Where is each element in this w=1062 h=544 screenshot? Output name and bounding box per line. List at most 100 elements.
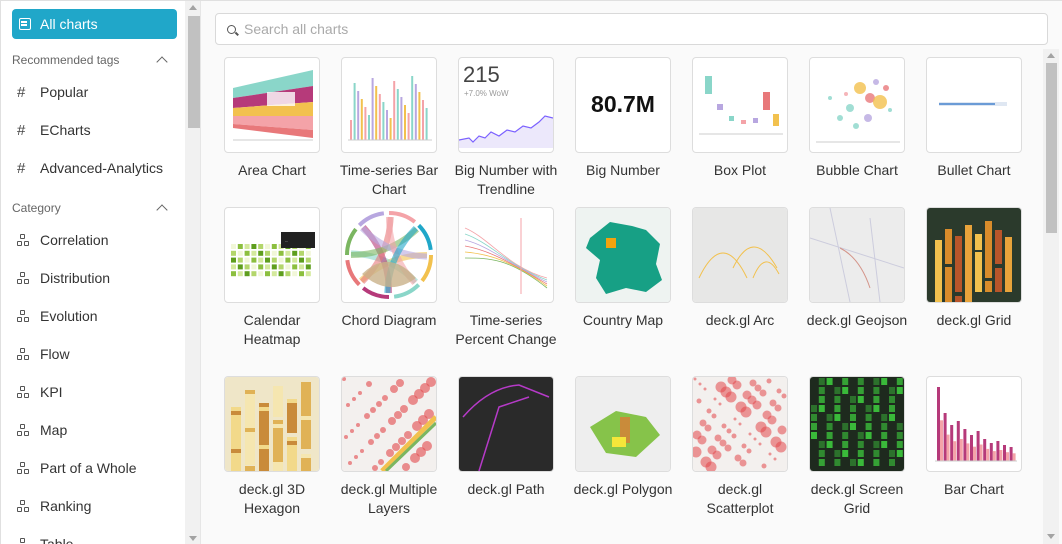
chart-thumbnail [692,207,788,303]
chart-gallery-window: All charts Recommended tags # Popular # … [0,0,1062,544]
chart-thumbnail [224,376,320,472]
chart-gallery: Search all charts Area Chart Time-series … [201,1,1062,544]
category-label: Map [40,422,68,438]
category-icon [17,309,30,323]
chart-thumbnail [926,207,1022,303]
svg-text:+7.0% WoW: +7.0% WoW [464,89,509,98]
category-label: Ranking [40,498,92,514]
chart-thumbnail [458,376,554,472]
chart-thumbnail [458,207,554,303]
chart-label: Time-series Percent Change [455,312,557,347]
category-label: KPI [40,384,63,400]
all-charts-label: All charts [40,16,98,32]
chart-thumbnail [926,376,1022,472]
hash-icon: # [17,159,26,177]
recommended-tags-title: Recommended tags [12,53,120,67]
gallery-scroll-thumb[interactable] [1046,63,1057,233]
chart-label: Bullet Chart [937,162,1011,178]
chart-label: Bar Chart [944,481,1004,497]
hash-icon: # [17,121,26,139]
chart-label: Time-series Bar Chart [339,162,439,197]
chart-label: Bubble Chart [816,162,898,178]
chart-label: deck.gl Arc [705,312,775,328]
category-label: Flow [40,346,70,362]
chart-thumbnail [341,376,437,472]
category-part-of-a-whole[interactable]: Part of a Whole [17,457,137,479]
tag-popular[interactable]: # Popular [17,81,88,103]
scroll-up-arrow-icon[interactable] [189,5,197,10]
chart-thumbnail [575,376,671,472]
category-flow[interactable]: Flow [17,343,70,365]
scroll-down-arrow-icon[interactable] [189,536,197,541]
category-title: Category [12,201,61,215]
chevron-up-icon [156,204,168,216]
chart-thumbnail [224,57,320,153]
chart-thumbnail [575,207,671,303]
tag-echarts[interactable]: # ECharts [17,119,91,141]
hash-icon: # [17,83,26,101]
recommended-tags-header[interactable]: Recommended tags [12,51,172,69]
chevron-up-icon [156,56,168,68]
sidebar: All charts Recommended tags # Popular # … [1,1,201,544]
search-icon [227,24,236,34]
chart-thumbnail [341,207,437,303]
chart-label: Big Number with Trendline [454,162,558,197]
tag-label: Popular [40,84,89,100]
chart-thumbnail: ... [224,207,320,303]
chart-thumbnail [809,57,905,153]
chart-label: deck.gl Multiple Layers [340,481,438,516]
chart-label: Chord Diagram [341,312,437,328]
chart-label: deck.gl Path [467,481,545,497]
svg-text:80.7M: 80.7M [591,91,655,117]
category-label: Distribution [40,270,111,286]
category-icon [17,271,30,285]
chart-label: deck.gl Polygon [573,481,673,497]
sidebar-scroll-thumb[interactable] [188,16,200,128]
category-kpi[interactable]: KPI [17,381,63,403]
chart-label: deck.gl 3D Hexagon [238,481,306,516]
svg-text:215: 215 [463,62,500,87]
category-icon [17,537,30,544]
chart-thumbnail [809,207,905,303]
category-icon [17,233,30,247]
chart-thumbnail [692,57,788,153]
tag-advanced-analytics[interactable]: # Advanced-Analytics [17,157,163,179]
svg-text:...: ... [285,238,288,243]
category-label: Part of a Whole [40,460,137,476]
list-icon [19,18,31,30]
category-label: Evolution [40,308,98,324]
chart-label: Box Plot [713,162,767,178]
scroll-up-arrow-icon[interactable] [1047,53,1055,58]
search-input[interactable]: Search all charts [215,13,1048,45]
chart-label: deck.gl Grid [936,312,1012,328]
chart-label: deck.gl Screen Grid [810,481,904,516]
search-placeholder: Search all charts [244,21,349,37]
category-header[interactable]: Category [12,199,172,217]
category-icon [17,423,30,437]
chart-thumbnail [692,376,788,472]
chart-label: Calendar Heatmap [243,312,301,347]
chart-label: Big Number [586,162,660,178]
category-table[interactable]: Table [17,533,73,544]
chart-thumbnail [926,57,1022,153]
category-distribution[interactable]: Distribution [17,267,110,289]
category-icon [17,385,30,399]
category-map[interactable]: Map [17,419,67,441]
chart-thumbnail [809,376,905,472]
tag-label: Advanced-Analytics [40,160,163,176]
all-charts-button[interactable]: All charts [12,9,177,39]
category-icon [17,461,30,475]
chart-thumbnail: 80.7M [575,57,671,153]
category-ranking[interactable]: Ranking [17,495,91,517]
chart-thumbnail [341,57,437,153]
category-icon [17,347,30,361]
chart-label: deck.gl Scatterplot [706,481,774,516]
category-icon [17,499,30,513]
scroll-down-arrow-icon[interactable] [1047,534,1055,539]
category-evolution[interactable]: Evolution [17,305,98,327]
chart-label: Area Chart [238,162,306,178]
tag-label: ECharts [40,122,91,138]
chart-label: deck.gl Geojson [806,312,908,328]
category-label: Table [40,536,74,544]
category-correlation[interactable]: Correlation [17,229,108,251]
